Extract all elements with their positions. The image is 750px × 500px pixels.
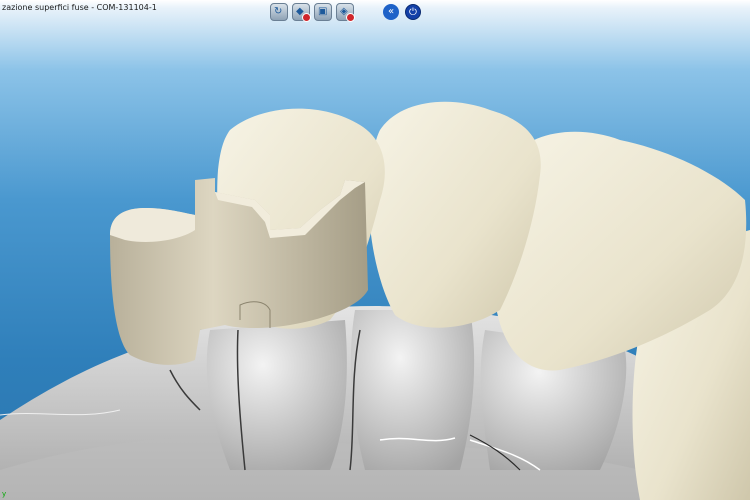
dental-3d-scene[interactable] [0, 0, 750, 500]
view-delete-icon[interactable]: ◆ [292, 3, 311, 22]
toolbar: ↻ ◆ ▣ ◈ [270, 2, 355, 22]
3d-viewport[interactable]: zazione superfici fuse - COM-131104-1 ↻ … [0, 0, 750, 500]
stump-1 [206, 320, 347, 470]
view-rotate-icon[interactable]: ↻ [270, 3, 288, 21]
power-button[interactable]: ⏻ [405, 4, 421, 20]
model-box-icon[interactable]: ▣ [314, 3, 332, 21]
window-title: zazione superfici fuse - COM-131104-1 [2, 3, 157, 12]
stump-2 [350, 310, 475, 470]
layer-remove-icon[interactable]: ◈ [336, 3, 355, 22]
back-button[interactable]: « [383, 4, 399, 20]
axis-indicator: y [2, 490, 6, 498]
axis-y-label: y [2, 490, 7, 498]
